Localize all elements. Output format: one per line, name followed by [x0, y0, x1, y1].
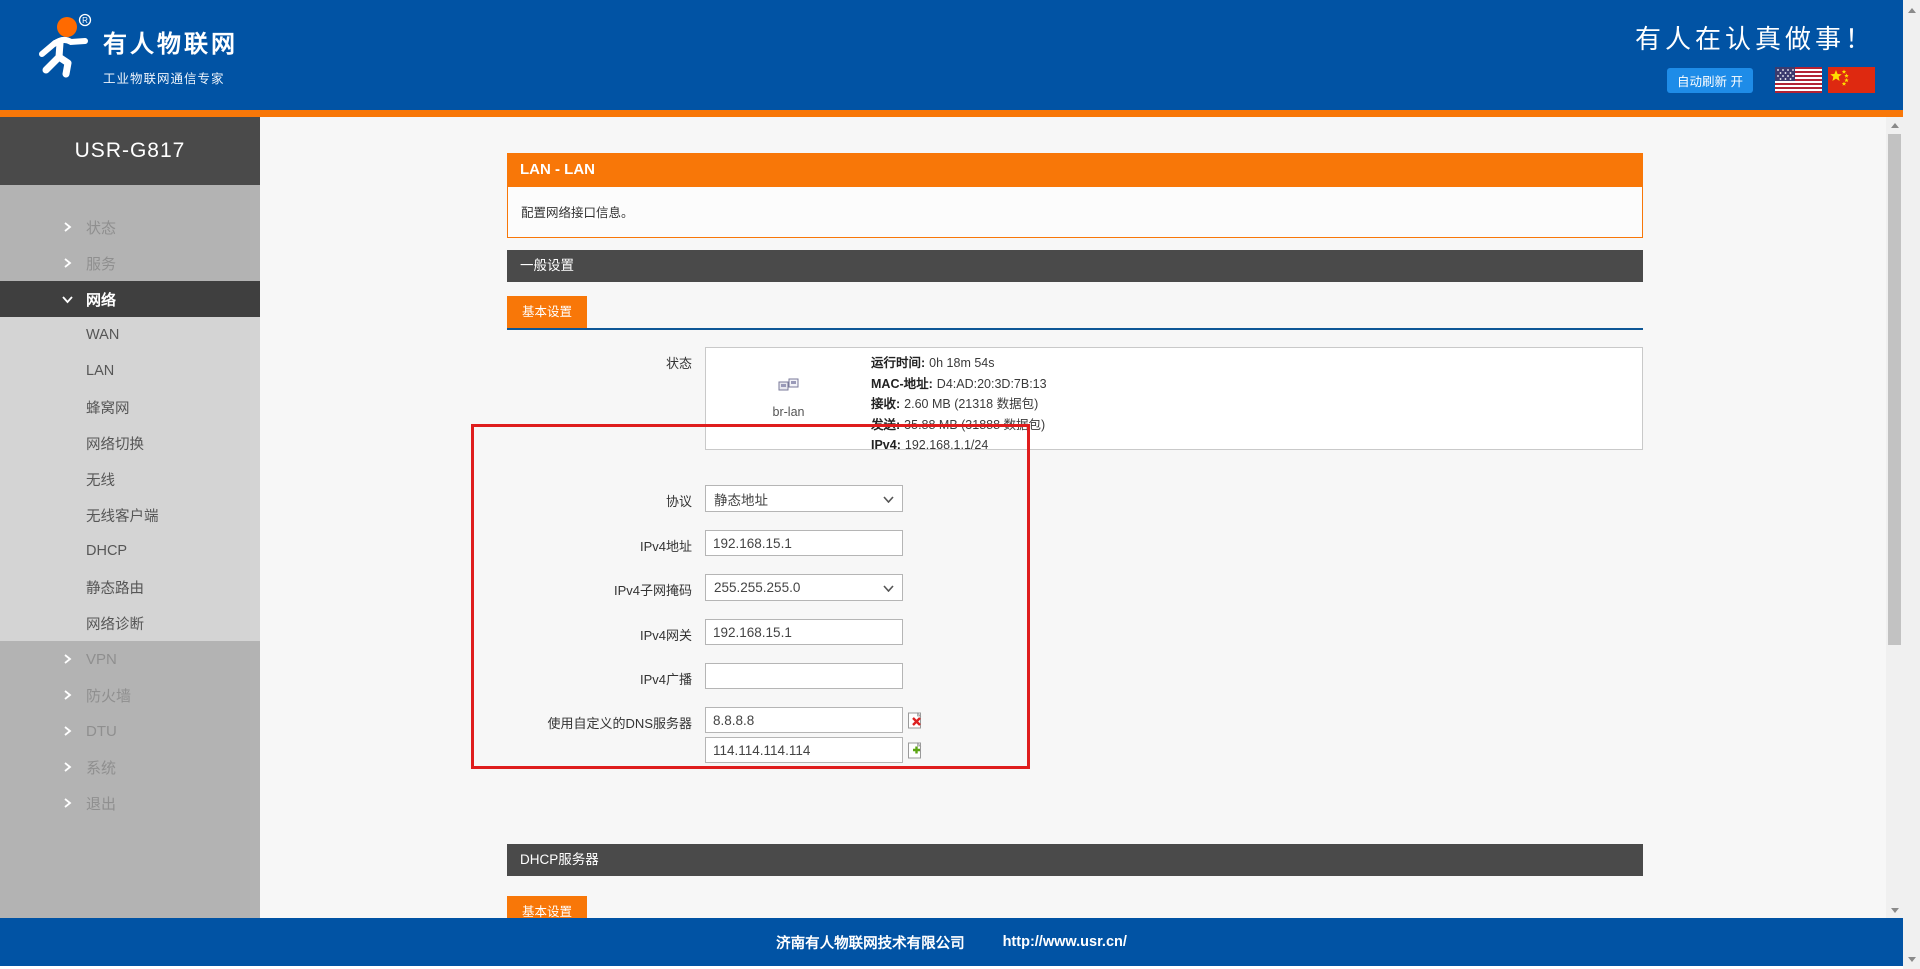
status-line: MAC-地址:D4:AD:20:3D:7B:13: [871, 374, 1047, 395]
sidebar-item-firewall[interactable]: 防火墙: [0, 677, 260, 713]
dns-server-input-1[interactable]: [705, 707, 903, 733]
brand-title: 有人物联网: [103, 24, 238, 59]
add-dns-icon[interactable]: [907, 742, 924, 759]
sidebar-item-system[interactable]: 系统: [0, 749, 260, 785]
brand-subtitle: 工业物联网通信专家: [103, 68, 238, 87]
chevron-right-icon: [62, 725, 73, 737]
chevron-right-icon: [62, 689, 73, 701]
auto-refresh-toggle[interactable]: 自动刷新 开: [1667, 68, 1753, 93]
footer-company: 济南有人物联网技术有限公司: [776, 932, 965, 953]
chevron-right-icon: [62, 797, 73, 809]
sidebar-item-wireless[interactable]: 无线: [0, 461, 260, 497]
slogan-text: 有人在认真做事！: [1635, 19, 1875, 56]
chevron-right-icon: [62, 653, 73, 665]
custom-dns-label: 使用自定义的DNS服务器: [507, 707, 692, 767]
chevron-down-icon: [883, 491, 894, 506]
sidebar-item-lan[interactable]: LAN: [0, 353, 260, 389]
ipv4-gateway-input[interactable]: [705, 619, 903, 645]
main-content: LAN - LAN 配置网络接口信息。 一般设置 基本设置 状态: [260, 117, 1920, 918]
usr-logo-icon: R: [30, 12, 94, 83]
remove-dns-icon[interactable]: [907, 712, 924, 729]
chevron-right-icon: [62, 257, 73, 269]
general-settings-tab-row: 基本设置: [507, 296, 1643, 330]
sidebar-item-static-routes[interactable]: 静态路由: [0, 569, 260, 605]
interface-name: br-lan: [773, 405, 805, 419]
sidebar-item-diagnostics[interactable]: 网络诊断: [0, 605, 260, 641]
sidebar-item-logout[interactable]: 退出: [0, 785, 260, 821]
sidebar-item-dtu[interactable]: DTU: [0, 713, 260, 749]
tab-basic-settings[interactable]: 基本设置: [507, 296, 587, 328]
content-scrollbar[interactable]: [1886, 117, 1903, 918]
sidebar-item-cellular[interactable]: 蜂窝网: [0, 389, 260, 425]
ipv4-address-label: IPv4地址: [507, 530, 692, 556]
sidebar-item-status[interactable]: 状态: [0, 209, 260, 245]
page-scrollbar[interactable]: [1903, 0, 1920, 969]
bridge-interface-icon: [777, 378, 801, 401]
scroll-up-icon[interactable]: [1886, 117, 1903, 133]
status-line: IPv4:192.168.1.1/24: [871, 435, 1047, 456]
china-flag-icon[interactable]: [1828, 67, 1875, 93]
scroll-down-icon[interactable]: [1886, 902, 1903, 918]
status-line: 发送:35.88 MB (31888 数据包): [871, 415, 1047, 436]
chevron-down-icon: [883, 580, 894, 595]
chevron-right-icon: [62, 761, 73, 773]
tab-dhcp-basic-settings[interactable]: 基本设置: [507, 896, 587, 918]
sidebar-item-dhcp[interactable]: DHCP: [0, 533, 260, 569]
sidebar-item-wan[interactable]: WAN: [0, 317, 260, 353]
ipv4-broadcast-input[interactable]: [705, 663, 903, 689]
footer: 济南有人物联网技术有限公司 http://www.usr.cn/: [0, 918, 1903, 966]
sidebar-item-vpn[interactable]: VPN: [0, 641, 260, 677]
sidebar-item-services[interactable]: 服务: [0, 245, 260, 281]
router-admin-page: { "theme": { "header_blue": "#0153a4", "…: [0, 0, 1920, 969]
status-label: 状态: [507, 347, 692, 450]
sidebar-item-network-switch[interactable]: 网络切换: [0, 425, 260, 461]
ipv4-address-input[interactable]: [705, 530, 903, 556]
ipv4-netmask-label: IPv4子网掩码: [507, 574, 692, 601]
ipv4-broadcast-label: IPv4广播: [507, 663, 692, 689]
network-submenu: WAN LAN 蜂窝网 网络切换 无线 无线客户端 DHCP 静态路由 网络诊断: [0, 317, 260, 641]
footer-url-link[interactable]: http://www.usr.cn/: [1003, 934, 1127, 950]
dhcp-server-section-bar: DHCP服务器: [507, 844, 1643, 876]
scroll-up-icon[interactable]: [1903, 2, 1920, 18]
interface-form: 状态 br-lan: [507, 347, 1643, 767]
ipv4-gateway-label: IPv4网关: [507, 619, 692, 645]
ipv4-netmask-select[interactable]: 255.255.255.0: [705, 574, 903, 601]
device-model-title: USR-G817: [0, 117, 260, 185]
header: R 有人物联网 工业物联网通信专家 有人在认真做事！ 自动刷新 开: [0, 0, 1920, 110]
scrollbar-thumb[interactable]: [1888, 134, 1901, 645]
header-accent-strip: [0, 110, 1903, 117]
svg-text:R: R: [82, 16, 88, 25]
sidebar-item-network[interactable]: 网络: [0, 281, 260, 317]
scroll-down-icon[interactable]: [1903, 951, 1920, 967]
chevron-down-icon: [62, 293, 73, 305]
protocol-label: 协议: [507, 485, 692, 512]
page-title: LAN - LAN: [507, 153, 1643, 186]
chevron-right-icon: [62, 221, 73, 233]
protocol-select[interactable]: 静态地址: [705, 485, 903, 512]
status-line: 接收:2.60 MB (21318 数据包): [871, 394, 1047, 415]
interface-status-box: br-lan 运行时间:0h 18m 54s MAC-地址:D4:AD:20:3…: [705, 347, 1643, 450]
general-settings-section-bar: 一般设置: [507, 250, 1643, 282]
sidebar: USR-G817 状态 服务 网络 WAN LAN 蜂窝网 网络切换 无线 无线…: [0, 117, 260, 918]
dns-server-input-2[interactable]: [705, 737, 903, 763]
sidebar-item-wireless-client[interactable]: 无线客户端: [0, 497, 260, 533]
page-description: 配置网络接口信息。: [507, 186, 1643, 238]
brand-block: 有人物联网 工业物联网通信专家: [103, 24, 238, 87]
interface-info: 运行时间:0h 18m 54s MAC-地址:D4:AD:20:3D:7B:13…: [871, 348, 1047, 449]
status-line: 运行时间:0h 18m 54s: [871, 353, 1047, 374]
us-flag-icon[interactable]: [1775, 67, 1822, 93]
